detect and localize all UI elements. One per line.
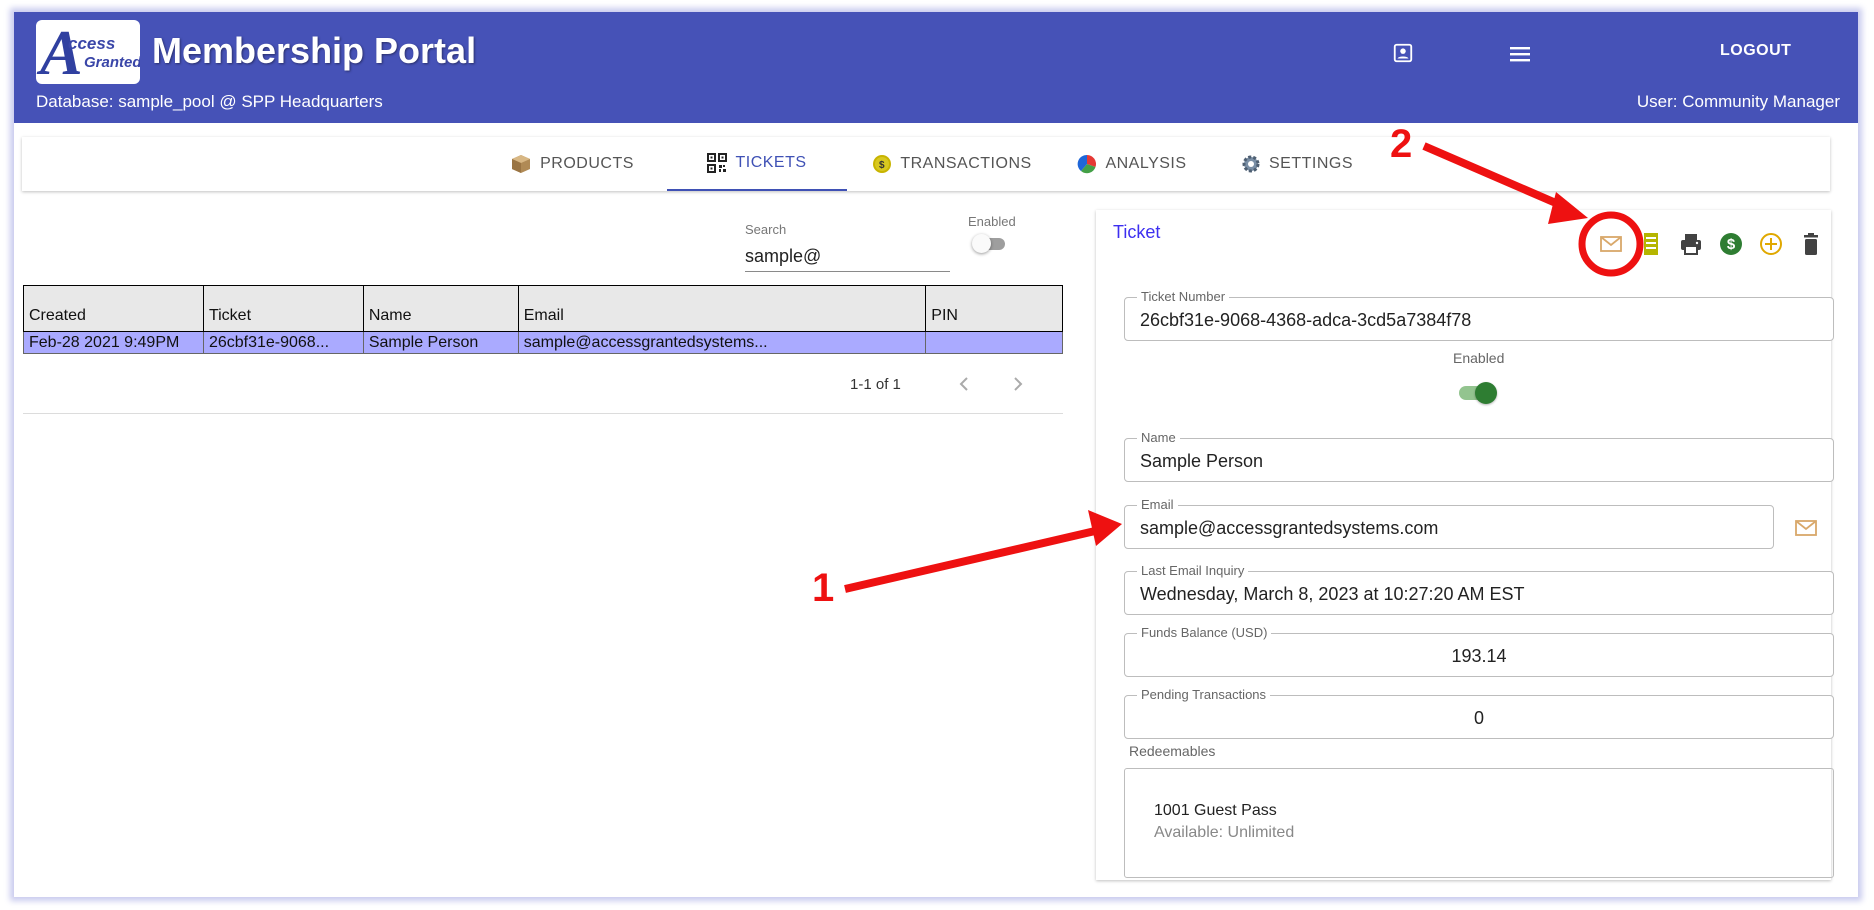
email-value: sample@accessgrantedsystems.com	[1140, 518, 1439, 538]
add-circle-icon[interactable]	[1757, 230, 1785, 258]
app-title: Membership Portal	[152, 30, 477, 71]
tab-products[interactable]: PRODUCTS	[502, 137, 642, 191]
cell-created: Feb-28 2021 9:49PM	[23, 331, 204, 354]
pagination-range: 1-1 of 1	[850, 376, 901, 393]
annotation-number-1: 1	[812, 566, 835, 610]
tickets-table: Created Ticket Name Email PIN Feb-28 202…	[23, 285, 1063, 354]
cell-name: Sample Person	[362, 331, 519, 354]
print-icon[interactable]	[1677, 230, 1705, 258]
column-header-created[interactable]: Created	[23, 285, 204, 332]
last-email-inquiry-label: Last Email Inquiry	[1137, 563, 1249, 578]
name-label: Name	[1137, 430, 1180, 445]
name-field[interactable]: Name Sample Person	[1124, 430, 1834, 482]
access-granted-logo: A ccess Granted	[36, 20, 140, 84]
funds-balance-field[interactable]: Funds Balance (USD) 193.14	[1124, 625, 1834, 677]
tab-settings[interactable]: SETTINGS	[1227, 137, 1367, 191]
delete-icon[interactable]	[1797, 230, 1825, 258]
table-header-row: Created Ticket Name Email PIN	[23, 285, 1063, 332]
enabled-filter-label: Enabled	[968, 214, 1016, 229]
account-box-icon[interactable]	[1392, 42, 1414, 69]
email-field[interactable]: Email sample@accessgrantedsystems.com	[1124, 497, 1774, 549]
last-email-inquiry-value: Wednesday, March 8, 2023 at 10:27:20 AM …	[1140, 584, 1525, 604]
enabled-label: Enabled	[1453, 350, 1505, 366]
pending-transactions-value: 0	[1473, 708, 1484, 728]
tab-transactions[interactable]: $ TRANSACTIONS	[857, 137, 1047, 191]
funds-balance-label: Funds Balance (USD)	[1137, 625, 1272, 640]
cell-ticket: 26cbf31e-9068...	[202, 331, 364, 354]
next-page-button[interactable]	[1011, 373, 1025, 401]
logout-button[interactable]: LOGOUT	[1720, 42, 1791, 60]
ticket-number-field[interactable]: Ticket Number 26cbf31e-9068-4368-adca-3c…	[1124, 289, 1834, 341]
logo-text-line2: Granted	[84, 54, 140, 71]
column-header-pin[interactable]: PIN	[925, 285, 1063, 332]
ticket-number-label: Ticket Number	[1137, 289, 1230, 304]
column-header-name[interactable]: Name	[362, 285, 519, 332]
tab-label: TICKETS	[735, 154, 807, 171]
user-info: User: Community Manager	[1636, 92, 1840, 111]
gear-icon	[1241, 154, 1261, 174]
tab-analysis[interactable]: ANALYSIS	[1062, 137, 1202, 191]
tab-label: PRODUCTS	[540, 155, 634, 172]
cell-pin	[925, 331, 1063, 354]
coin-icon: $	[872, 154, 892, 174]
tab-tickets[interactable]: TICKETS	[667, 137, 847, 191]
tab-label: ANALYSIS	[1105, 155, 1187, 172]
redeemables-list	[1124, 768, 1834, 878]
column-header-email[interactable]: Email	[517, 285, 927, 332]
redeemable-name[interactable]: 1001 Guest Pass	[1154, 802, 1277, 820]
hamburger-menu-icon[interactable]	[1508, 43, 1532, 70]
tab-label: TRANSACTIONS	[900, 155, 1032, 172]
pending-transactions-field[interactable]: Pending Transactions 0	[1124, 687, 1834, 739]
previous-page-button[interactable]	[957, 373, 971, 401]
email-label: Email	[1137, 497, 1178, 512]
enabled-filter-toggle[interactable]	[972, 234, 1005, 253]
qr-code-icon	[707, 153, 728, 173]
svg-text:$: $	[879, 160, 885, 171]
pie-chart-icon	[1077, 154, 1097, 174]
main-tab-bar: PRODUCTS TICKETS $ TRANSACTIONS ANALYSIS…	[22, 137, 1830, 191]
ticket-panel-title: Ticket	[1113, 222, 1161, 242]
package-icon	[510, 153, 532, 175]
toggle-knob	[1475, 382, 1497, 404]
pending-transactions-label: Pending Transactions	[1137, 687, 1271, 702]
database-info: Database: sample_pool @ SPP Headquarters	[36, 92, 383, 111]
tab-label: SETTINGS	[1268, 155, 1353, 172]
last-email-inquiry-field[interactable]: Last Email Inquiry Wednesday, March 8, 2…	[1124, 563, 1834, 615]
receipt-icon[interactable]	[1637, 230, 1665, 258]
divider	[23, 413, 1063, 414]
table-row[interactable]: Feb-28 2021 9:49PM 26cbf31e-9068... Samp…	[23, 331, 1063, 354]
annotation-number-2: 2	[1390, 122, 1413, 166]
send-email-icon[interactable]	[1792, 514, 1820, 542]
cell-email: sample@accessgrantedsystems...	[517, 331, 927, 354]
redeemables-label: Redeemables	[1129, 743, 1216, 759]
funds-balance-value: 193.14	[1451, 646, 1507, 666]
ticket-number-value: 26cbf31e-9068-4368-adca-3cd5a7384f78	[1140, 310, 1472, 330]
name-value: Sample Person	[1140, 451, 1264, 471]
dollar-icon[interactable]: $	[1717, 230, 1745, 258]
svg-text:$: $	[1727, 236, 1736, 253]
email-icon[interactable]	[1597, 230, 1625, 258]
app-header: A ccess Granted Membership Portal Databa…	[14, 12, 1858, 123]
search-label: Search	[745, 222, 787, 237]
search-input[interactable]	[745, 242, 950, 272]
enabled-toggle[interactable]	[1459, 382, 1497, 404]
toggle-knob	[972, 234, 991, 253]
column-header-ticket[interactable]: Ticket	[202, 285, 364, 332]
logo-text-line1: ccess	[68, 34, 116, 53]
redeemable-availability: Available: Unlimited	[1154, 824, 1295, 841]
